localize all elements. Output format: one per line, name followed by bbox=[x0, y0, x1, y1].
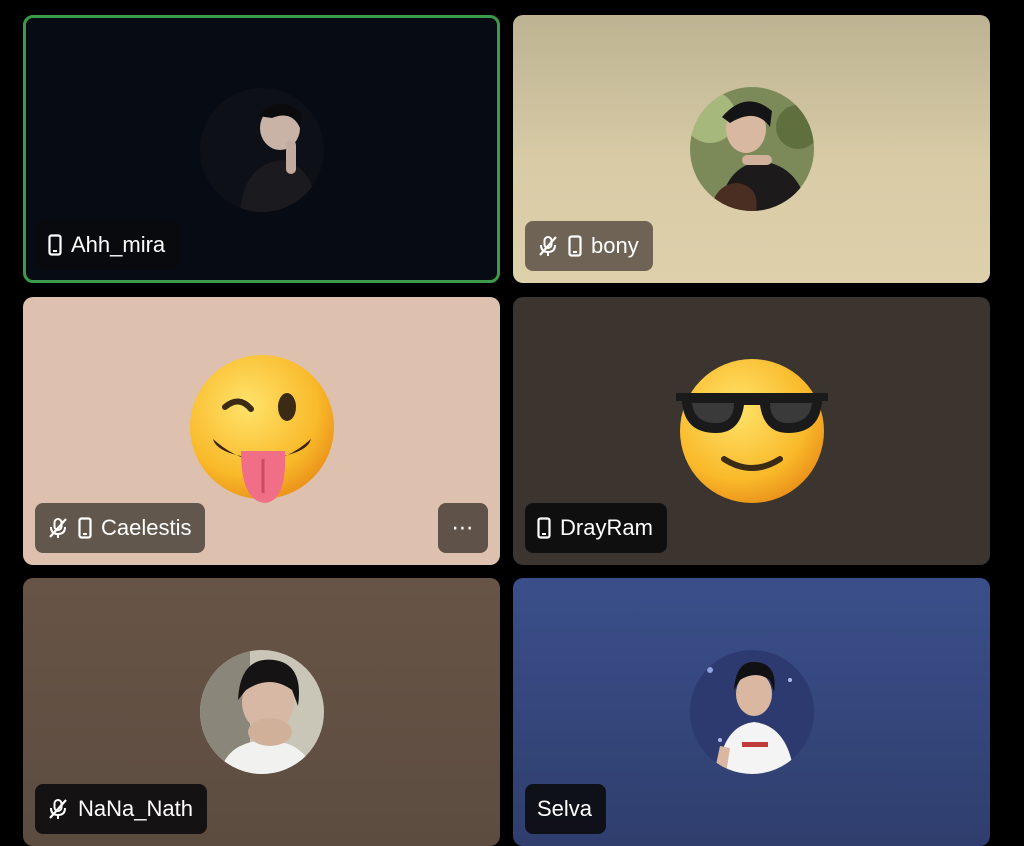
mic-off-icon bbox=[47, 798, 69, 820]
participant-tile-drayram[interactable]: DrayRam bbox=[513, 297, 990, 565]
participant-name: Ahh_mira bbox=[71, 232, 166, 257]
participant-tile-caelestis[interactable]: Caelestis ⋯ bbox=[23, 297, 500, 565]
mic-off-icon bbox=[537, 235, 559, 257]
name-tag: NaNa_Nath bbox=[35, 784, 207, 834]
winking-tongue-emoji bbox=[187, 355, 337, 510]
more-options-button[interactable]: ⋯ bbox=[438, 503, 488, 553]
phone-icon bbox=[568, 235, 582, 257]
participant-name: bony bbox=[591, 233, 639, 258]
participant-tile-ahh-mira[interactable]: Ahh_mira bbox=[23, 15, 500, 283]
phone-icon bbox=[537, 517, 551, 539]
name-tag: Caelestis bbox=[35, 503, 206, 553]
participant-avatar bbox=[199, 650, 324, 774]
phone-icon bbox=[78, 517, 92, 539]
participant-avatar bbox=[689, 650, 814, 774]
participant-tile-selva[interactable]: Selva bbox=[513, 578, 990, 846]
participant-tile-bony[interactable]: bony bbox=[513, 15, 990, 283]
sunglasses-emoji bbox=[672, 355, 832, 512]
participant-tile-nana-nath[interactable]: NaNa_Nath bbox=[23, 578, 500, 846]
participant-name: NaNa_Nath bbox=[78, 796, 193, 821]
participant-name: Selva bbox=[537, 796, 593, 821]
name-tag: Selva bbox=[525, 784, 607, 834]
more-icon: ⋯ bbox=[451, 515, 475, 540]
name-tag: DrayRam bbox=[525, 503, 667, 553]
mic-off-icon bbox=[47, 517, 69, 539]
participant-name: Caelestis bbox=[101, 515, 192, 540]
participant-name: DrayRam bbox=[560, 515, 653, 540]
participant-avatar bbox=[689, 87, 814, 211]
participant-avatar bbox=[199, 88, 324, 212]
name-tag: Ahh_mira bbox=[36, 220, 180, 270]
phone-icon bbox=[48, 234, 62, 256]
name-tag: bony bbox=[525, 221, 653, 271]
